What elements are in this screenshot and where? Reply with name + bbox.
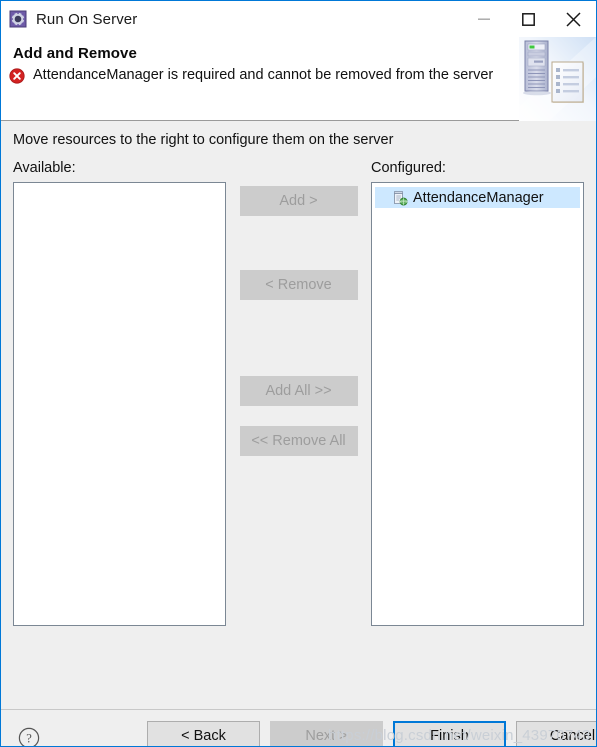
dialog-header: Add and Remove AttendanceManager is requ…	[1, 37, 596, 121]
title-bar: Run On Server	[1, 1, 596, 37]
add-all-button[interactable]: Add All >>	[239, 376, 358, 406]
help-icon[interactable]: ?	[18, 727, 40, 746]
remove-button[interactable]: < Remove	[239, 270, 358, 300]
server-tower-icon	[523, 40, 551, 96]
list-item-label: AttendanceManager	[413, 189, 544, 206]
available-label: Available:	[13, 160, 76, 176]
cancel-button[interactable]: Cancel	[516, 721, 596, 746]
available-list[interactable]	[13, 182, 226, 626]
close-button[interactable]	[551, 1, 596, 37]
page-title: Add and Remove	[13, 45, 137, 62]
configured-list[interactable]: AttendanceManager	[371, 182, 584, 626]
run-on-server-dialog: Run On Server Add and Remove AttendanceM…	[0, 0, 597, 747]
error-icon	[9, 68, 25, 84]
maximize-button[interactable]	[506, 1, 551, 37]
header-message: AttendanceManager is required and cannot…	[33, 67, 494, 83]
configured-label: Configured:	[371, 160, 446, 176]
svg-text:?: ?	[26, 731, 32, 745]
list-item[interactable]: AttendanceManager	[375, 187, 580, 208]
instructions-text: Move resources to the right to configure…	[13, 132, 394, 148]
finish-button[interactable]: Finish	[393, 721, 506, 746]
minimize-button[interactable]	[461, 1, 506, 37]
configured-panel: Configured: AttendanceManager	[371, 160, 584, 626]
available-panel: Available:	[13, 160, 226, 626]
header-graphic	[519, 37, 596, 121]
window-controls	[461, 1, 596, 37]
back-button[interactable]: < Back	[147, 721, 260, 746]
remove-all-button[interactable]: << Remove All	[239, 426, 358, 456]
dialog-body: Move resources to the right to configure…	[1, 121, 596, 709]
web-module-icon	[392, 190, 408, 206]
transfer-columns: Available: Add > < Remove Add All >> << …	[1, 148, 596, 626]
header-message-row: AttendanceManager is required and cannot…	[1, 65, 596, 85]
run-on-server-icon	[9, 10, 27, 28]
dialog-footer: ? < Back Next > Finish Cancel	[1, 710, 596, 746]
add-button[interactable]: Add >	[239, 186, 358, 216]
transfer-buttons: Add > < Remove Add All >> << Remove All	[226, 160, 371, 626]
window-title: Run On Server	[36, 10, 138, 28]
footer-buttons: < Back Next > Finish Cancel	[147, 721, 596, 746]
document-list-icon	[551, 61, 584, 103]
next-button[interactable]: Next >	[270, 721, 383, 746]
